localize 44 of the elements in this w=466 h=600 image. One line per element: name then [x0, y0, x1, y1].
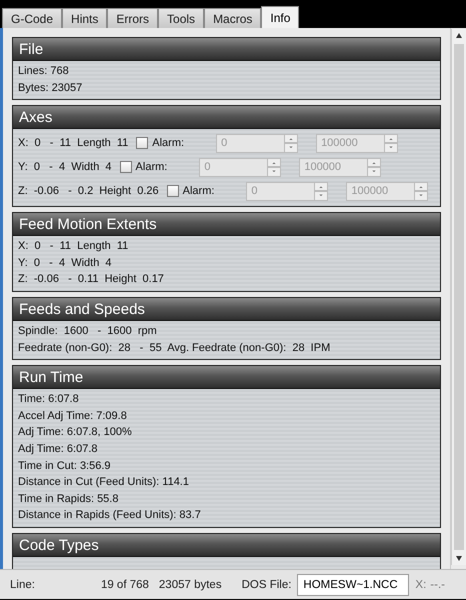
- section-header: File: [13, 38, 440, 61]
- tab[interactable]: Macros: [204, 8, 262, 28]
- info-line: Bytes: 23057: [18, 80, 82, 96]
- x-label: X:: [415, 578, 426, 590]
- info-line: Z: -0.06 - 0.11 Height 0.17: [18, 272, 164, 288]
- line-position: 19 of 768: [100, 578, 149, 590]
- alarm-label: Alarm:: [152, 137, 184, 150]
- byte-count: 23057 bytes: [158, 578, 222, 590]
- axis-extent: Z: -0.06 - 0.2 Height 0.26: [18, 185, 159, 198]
- info-line: Distance in Rapids (Feed Units): 83.7: [18, 508, 201, 524]
- line-label: Line:: [10, 578, 35, 590]
- info-line: Time: 6:07.8: [18, 392, 79, 408]
- tab[interactable]: Info: [261, 6, 300, 28]
- info-line: Y: 0 - 4 Width 4: [18, 256, 112, 271]
- tab[interactable]: Errors: [107, 8, 158, 28]
- info-line: Time in Rapids: 55.8: [18, 492, 118, 507]
- info-line: Accel Adj Time: 7:09.8: [18, 408, 127, 424]
- info-line: Distance in Cut (Feed Units): 114.1: [18, 475, 189, 490]
- info-line: Adj Time: 6:07.8: [18, 442, 98, 457]
- tab[interactable]: Hints: [62, 8, 108, 28]
- info-line: Adj Time: 6:07.8, 100%: [18, 425, 132, 440]
- section-header: Run Time: [13, 366, 440, 390]
- tab[interactable]: G-Code: [2, 8, 62, 28]
- section-header: Feed Motion Extents: [13, 213, 440, 236]
- alarm-checkbox[interactable]: [166, 185, 179, 198]
- info-line: Lines: 768: [18, 64, 69, 79]
- section-header: Code Types: [13, 534, 440, 557]
- alarm-label: Alarm:: [136, 161, 168, 174]
- axis-extent: X: 0 - 11 Length 11: [18, 137, 128, 150]
- dos-file-label: DOS File:: [242, 578, 292, 590]
- section-header: Feeds and Speeds: [13, 298, 440, 321]
- alarm-checkbox[interactable]: [120, 161, 132, 174]
- tab[interactable]: Tools: [158, 8, 204, 28]
- x-value: --.-: [430, 578, 445, 590]
- info-line: X: 0 - 11 Length 11: [18, 239, 128, 254]
- alarm-checkbox[interactable]: [136, 137, 148, 150]
- info-line: Spindle: 1600 - 1600 rpm: [18, 324, 157, 339]
- alarm-label: Alarm:: [182, 185, 214, 198]
- info-line: Time in Cut: 3:56.9: [18, 458, 111, 474]
- dos-file-field[interactable]: HOMESW~1.NCC: [297, 574, 410, 596]
- section-header: Axes: [13, 106, 440, 130]
- axis-extent: Y: 0 - 4 Width 4: [18, 161, 112, 174]
- scroll-thumb[interactable]: [454, 44, 464, 550]
- info-line: Feedrate (non-G0): 28 - 55 Avg. Feedrate (non-G0): 28 IPM: [18, 340, 330, 356]
